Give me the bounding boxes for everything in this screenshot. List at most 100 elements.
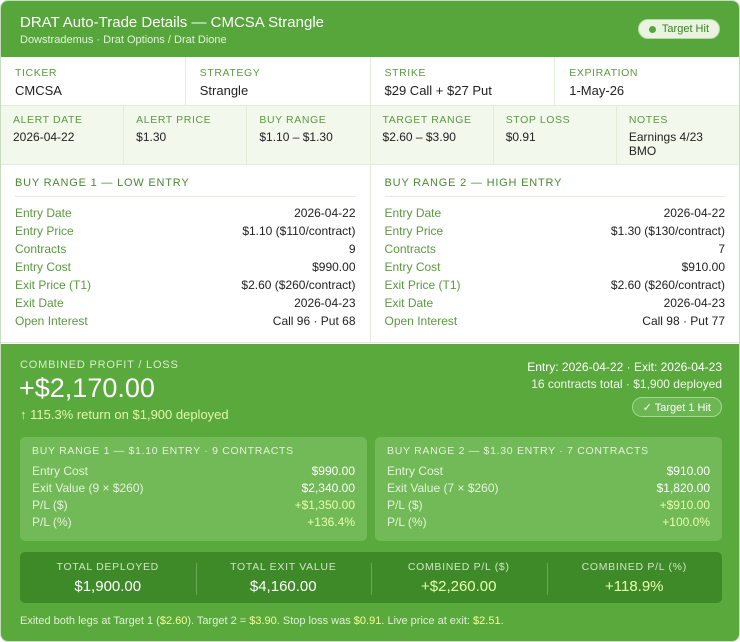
info-alert-date: ALERT DATE 2026-04-22 bbox=[1, 106, 125, 164]
box-key: Entry Cost bbox=[387, 463, 444, 478]
info-alert-price: ALERT PRICE $1.30 bbox=[124, 106, 248, 164]
footer-text: . Live price at exit: bbox=[381, 615, 474, 627]
detail-row: Entry Cost $990.00 bbox=[15, 258, 356, 276]
detail-key: Contracts bbox=[15, 242, 67, 256]
detail-value: $1.30 ($130/contract) bbox=[610, 224, 725, 238]
status-dot-icon bbox=[648, 25, 656, 33]
total-value: $1,900.00 bbox=[74, 577, 142, 595]
box-value: +$1,350.00 bbox=[294, 497, 355, 512]
trade-dates: Entry: 2026-04-22 · Exit: 2026-04-23 bbox=[527, 360, 722, 374]
detail-value: $910.00 bbox=[681, 260, 725, 274]
buy-ranges: BUY RANGE 1 — LOW ENTRY Entry Date 2026-0… bbox=[1, 165, 739, 343]
info-strike: STRIKE $29 Call + $27 Put bbox=[371, 57, 556, 105]
detail-value: 9 bbox=[348, 242, 356, 256]
box-key: P/L ($) bbox=[32, 497, 68, 512]
footer-text: Exited both legs at Target 1 ( bbox=[20, 615, 160, 627]
detail-value: $2.60 ($260/contract) bbox=[610, 278, 725, 292]
info-stop-loss: STOP LOSS $0.91 bbox=[494, 106, 617, 164]
info-label: TARGET RANGE bbox=[382, 114, 472, 126]
total-label: TOTAL DEPLOYED bbox=[56, 560, 159, 573]
detail-value: 2026-04-22 bbox=[663, 206, 725, 220]
info-ticker: TICKER CMCSA bbox=[1, 57, 186, 105]
range-2-pl-box: BUY RANGE 2 — $1.30 ENTRY · 7 CONTRACTS … bbox=[375, 437, 722, 541]
target-hit-badge: ✓ Target 1 Hit bbox=[631, 397, 722, 417]
detail-key: Exit Price (T1) bbox=[384, 278, 461, 292]
footer-note: Exited both legs at Target 1 ($2.60). Ta… bbox=[20, 615, 504, 627]
box-value: +136.4% bbox=[307, 514, 355, 529]
detail-key: Entry Price bbox=[15, 224, 74, 238]
trade-summary: 16 contracts total · $1,900 deployed bbox=[531, 377, 722, 391]
totals-bar: TOTAL DEPLOYED $1,900.00 TOTAL EXIT VALU… bbox=[20, 552, 722, 603]
box-key: P/L ($) bbox=[387, 497, 423, 512]
box-value: $910.00 bbox=[666, 463, 710, 478]
total-deployed: TOTAL DEPLOYED $1,900.00 bbox=[20, 561, 196, 595]
detail-row: Contracts 9 bbox=[15, 240, 356, 258]
box-key: Exit Value (9 × $260) bbox=[32, 480, 144, 495]
info-label: STOP LOSS bbox=[505, 114, 571, 126]
info-label: BUY RANGE bbox=[259, 114, 327, 126]
detail-row: Exit Price (T1) $2.60 ($260/contract) bbox=[15, 276, 356, 294]
box-key: Entry Cost bbox=[32, 463, 89, 478]
info-label: ALERT PRICE bbox=[136, 114, 212, 126]
box-value: $1,820.00 bbox=[656, 480, 710, 495]
box-row: P/L ($) +$910.00 bbox=[387, 496, 710, 513]
footer-highlight: $2.60 bbox=[159, 615, 188, 627]
detail-row: Open Interest Call 96 · Put 68 bbox=[15, 312, 356, 330]
detail-row: Open Interest Call 98 · Put 77 bbox=[385, 312, 726, 330]
footer-highlight: $3.90 bbox=[249, 615, 277, 627]
total-exit-value: TOTAL EXIT VALUE $4,160.00 bbox=[195, 560, 372, 595]
detail-key: Exit Price (T1) bbox=[15, 278, 92, 292]
info-label: STRIKE bbox=[384, 67, 427, 79]
box-title: BUY RANGE 2 — $1.30 ENTRY · 7 CONTRACTS bbox=[387, 445, 649, 457]
profit-label: COMBINED PROFIT / LOSS bbox=[20, 359, 179, 371]
detail-key: Entry Date bbox=[15, 206, 72, 220]
box-row: P/L (%) +136.4% bbox=[32, 513, 355, 530]
detail-value: 2026-04-23 bbox=[663, 296, 725, 310]
profit-return: ↑ 115.3% return on $1,900 deployed bbox=[20, 407, 229, 422]
footer-highlight: $0.91 bbox=[353, 615, 382, 627]
footer-highlight: $2.51 bbox=[473, 615, 501, 627]
detail-row: Contracts 7 bbox=[385, 240, 726, 258]
detail-key: Exit Date bbox=[15, 296, 64, 310]
info-row-secondary: ALERT DATE 2026-04-22 ALERT PRICE $1.30 … bbox=[1, 106, 739, 165]
detail-value: Call 98 · Put 77 bbox=[642, 314, 725, 328]
detail-key: Entry Cost bbox=[384, 260, 441, 274]
info-value: $1.30 bbox=[136, 130, 167, 144]
detail-value: 2026-04-22 bbox=[294, 206, 356, 220]
total-label: TOTAL EXIT VALUE bbox=[230, 560, 337, 573]
detail-row: Entry Price $1.30 ($130/contract) bbox=[385, 222, 726, 240]
detail-value: 2026-04-23 bbox=[294, 296, 356, 310]
info-value: Strangle bbox=[199, 83, 249, 98]
box-value: +100.0% bbox=[662, 514, 710, 529]
box-row: Entry Cost $990.00 bbox=[32, 462, 355, 479]
info-notes: NOTES Earnings 4/23 BMO bbox=[617, 106, 739, 164]
detail-value: $990.00 bbox=[312, 260, 356, 274]
box-value: +$910.00 bbox=[659, 497, 710, 512]
box-row: Exit Value (7 × $260) $1,820.00 bbox=[387, 479, 710, 496]
combined-pl-dollars: COMBINED P/L ($) +$2,260.00 bbox=[371, 561, 547, 595]
info-value: $1.10 – $1.30 bbox=[259, 130, 333, 144]
info-value: Earnings 4/23 BMO bbox=[628, 130, 703, 158]
detail-row: Entry Price $1.10 ($110/contract) bbox=[15, 222, 356, 240]
info-label: STRATEGY bbox=[199, 67, 261, 79]
box-row: Entry Cost $910.00 bbox=[387, 462, 710, 479]
profit-amount: +$2,170.00 bbox=[19, 373, 155, 403]
total-label: COMBINED P/L ($) bbox=[407, 560, 510, 573]
info-label: NOTES bbox=[628, 114, 669, 126]
info-strategy: STRATEGY Strangle bbox=[186, 57, 371, 105]
header: DRAT Auto-Trade Details — CMCSA Strangle… bbox=[1, 1, 739, 57]
box-row: Exit Value (9 × $260) $2,340.00 bbox=[32, 479, 355, 496]
detail-row: Entry Cost $910.00 bbox=[385, 258, 726, 276]
info-label: TICKER bbox=[15, 67, 58, 79]
info-expiration: EXPIRATION 1-May-26 bbox=[555, 57, 739, 105]
detail-key: Exit Date bbox=[384, 296, 434, 310]
page-title: DRAT Auto-Trade Details — CMCSA Strangle bbox=[20, 14, 324, 31]
box-value: $2,340.00 bbox=[301, 480, 355, 495]
info-value: 1-May-26 bbox=[569, 83, 625, 98]
section-title: BUY RANGE 2 — HIGH ENTRY bbox=[384, 177, 725, 197]
info-label: EXPIRATION bbox=[569, 67, 639, 79]
range-1-pl-box: BUY RANGE 1 — $1.10 ENTRY · 9 CONTRACTS … bbox=[20, 437, 367, 541]
detail-key: Open Interest bbox=[15, 314, 88, 328]
box-key: P/L (%) bbox=[32, 514, 72, 529]
total-value: +118.9% bbox=[604, 577, 664, 595]
